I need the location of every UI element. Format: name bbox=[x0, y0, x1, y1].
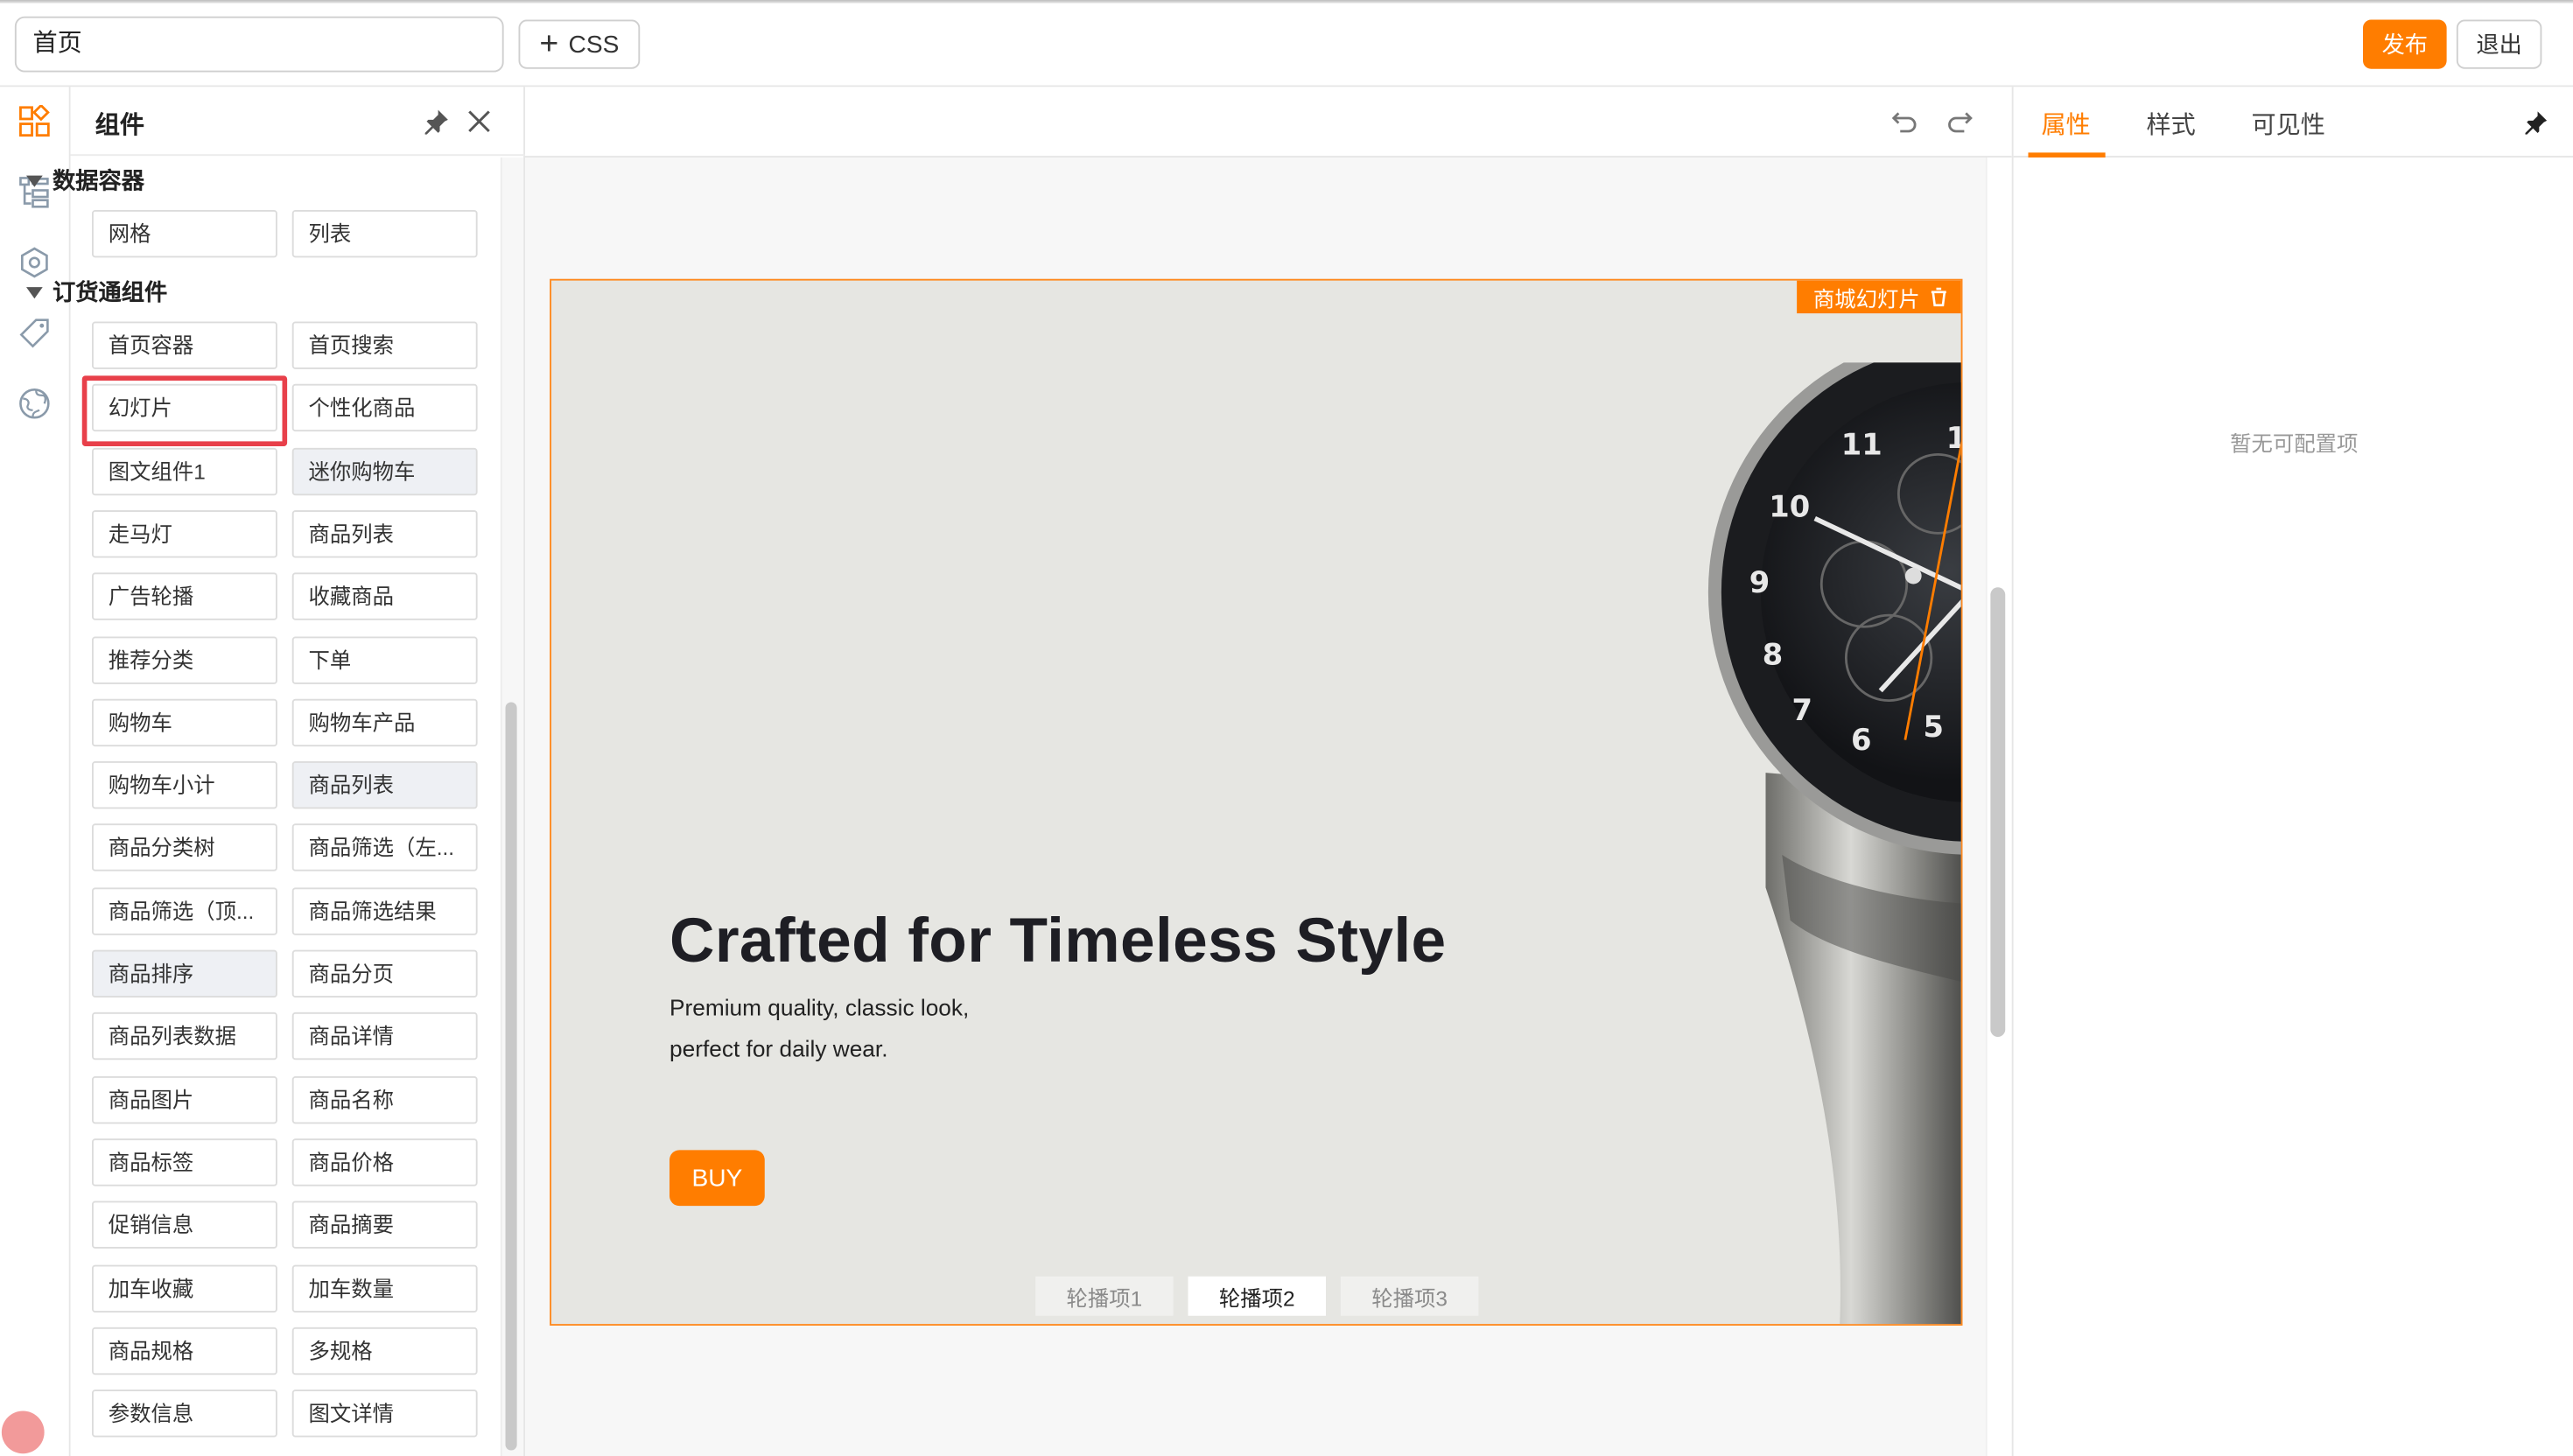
component-item[interactable]: 收藏商品 bbox=[291, 572, 478, 621]
canvas-toolbar bbox=[525, 87, 2012, 158]
component-item[interactable]: 商品筛选（顶... bbox=[92, 886, 277, 935]
component-item[interactable]: 图文组件1 bbox=[92, 447, 277, 495]
tab-properties[interactable]: 属性 bbox=[2042, 107, 2091, 141]
component-item[interactable]: 幻灯片 bbox=[92, 384, 277, 432]
svg-text:10: 10 bbox=[1769, 490, 1810, 524]
redo-icon[interactable] bbox=[1945, 107, 1974, 144]
components-title: 组件 bbox=[95, 111, 145, 140]
component-item[interactable]: 商品分类树 bbox=[92, 823, 277, 872]
carousel-tab[interactable]: 轮播项3 bbox=[1340, 1276, 1479, 1316]
component-item[interactable]: 多规格 bbox=[291, 1326, 478, 1375]
publish-button[interactable]: 发布 bbox=[2363, 19, 2447, 69]
properties-tabs: 属性 样式 可见性 bbox=[2013, 87, 2573, 158]
component-item[interactable]: 商品摘要 bbox=[291, 1200, 478, 1250]
component-item[interactable]: 商品筛选结果 bbox=[291, 886, 478, 935]
svg-text:7: 7 bbox=[1792, 693, 1812, 727]
component-item[interactable]: 网格 bbox=[92, 210, 277, 258]
component-item[interactable]: 商品排序 bbox=[92, 949, 277, 998]
component-item[interactable]: 商品列表 bbox=[291, 761, 478, 809]
section-data-container[interactable]: 数据容器 bbox=[26, 164, 144, 198]
globe-icon[interactable] bbox=[17, 386, 53, 422]
exit-button[interactable]: 退出 bbox=[2456, 19, 2542, 69]
tab-visibility[interactable]: 可见性 bbox=[2252, 107, 2325, 141]
trash-icon[interactable] bbox=[1930, 287, 1948, 307]
component-item[interactable]: 加车收藏 bbox=[92, 1264, 277, 1312]
carousel-tab-active[interactable]: 轮播项2 bbox=[1188, 1276, 1326, 1316]
app-root: 首页 + CSS 发布 退出 组件 数据容器 网格 列表 订货通组件 首页容器 … bbox=[0, 0, 2573, 1456]
component-item[interactable]: 图文详情 bbox=[291, 1390, 478, 1438]
component-item[interactable]: 广告轮播 bbox=[92, 572, 277, 621]
svg-text:9: 9 bbox=[1749, 565, 1770, 599]
empty-config-text: 暂无可配置项 bbox=[2230, 431, 2359, 457]
svg-text:6: 6 bbox=[1851, 723, 1871, 757]
carousel-slide[interactable]: 111098 76512 商城幻灯片 Crafted for Timeless … bbox=[550, 278, 1963, 1326]
pin-icon[interactable] bbox=[2524, 110, 2548, 144]
slide-tag-label: 商城幻灯片 bbox=[1812, 286, 1920, 312]
slide-component-tag[interactable]: 商城幻灯片 bbox=[1797, 280, 1961, 314]
component-item[interactable]: 购物车 bbox=[92, 698, 277, 746]
component-item[interactable]: 商品详情 bbox=[291, 1012, 478, 1060]
carousel-tabs: 轮播项1 轮播项2 轮播项3 bbox=[1035, 1276, 1479, 1316]
component-item[interactable]: 个性化商品 bbox=[291, 384, 478, 432]
tab-styles[interactable]: 样式 bbox=[2147, 107, 2196, 141]
page-name-input[interactable]: 首页 bbox=[14, 16, 504, 73]
collapse-triangle-icon bbox=[26, 174, 43, 186]
svg-text:8: 8 bbox=[1763, 637, 1783, 671]
pin-icon[interactable] bbox=[424, 108, 450, 143]
section-dinghuotong[interactable]: 订货通组件 bbox=[26, 276, 167, 309]
component-item[interactable]: 下单 bbox=[291, 635, 478, 683]
components-icon[interactable] bbox=[17, 103, 53, 139]
slide-title: Crafted for Timeless Style bbox=[670, 906, 1447, 976]
tag-icon[interactable] bbox=[17, 315, 53, 351]
component-item[interactable]: 商品图片 bbox=[92, 1075, 277, 1124]
css-button-label: CSS bbox=[568, 30, 620, 59]
component-item[interactable]: 商品列表数据 bbox=[92, 1012, 277, 1060]
svg-text:11: 11 bbox=[1841, 427, 1882, 461]
components-scroll-thumb[interactable] bbox=[505, 702, 517, 1451]
undo-icon[interactable] bbox=[1890, 107, 1920, 144]
carousel-tab[interactable]: 轮播项1 bbox=[1035, 1276, 1174, 1316]
slide-subtitle-line2: perfect for daily wear. bbox=[670, 1035, 888, 1062]
component-item[interactable]: 首页容器 bbox=[92, 321, 277, 369]
close-icon[interactable] bbox=[466, 108, 493, 143]
components-header: 组件 bbox=[70, 87, 525, 157]
section-title-label: 订货通组件 bbox=[53, 278, 168, 305]
component-item[interactable]: 促销信息 bbox=[92, 1200, 277, 1250]
component-item[interactable]: 商品名称 bbox=[291, 1075, 478, 1124]
component-item[interactable]: 商品价格 bbox=[291, 1138, 478, 1186]
component-item[interactable]: 商品标签 bbox=[92, 1138, 277, 1186]
buy-button[interactable]: BUY bbox=[670, 1150, 765, 1207]
component-item[interactable]: 首页搜索 bbox=[291, 321, 478, 369]
add-css-button[interactable]: + CSS bbox=[518, 19, 641, 69]
plus-icon: + bbox=[539, 26, 559, 63]
slide-subtitle-line1: Premium quality, classic look, bbox=[670, 994, 970, 1021]
component-item[interactable]: 商品筛选（左... bbox=[291, 823, 478, 872]
component-item[interactable]: 走马灯 bbox=[92, 509, 277, 558]
component-item[interactable]: 迷你购物车 bbox=[291, 447, 478, 495]
user-avatar[interactable] bbox=[1, 1410, 45, 1454]
component-item[interactable]: 购物车产品 bbox=[291, 698, 478, 746]
component-item[interactable]: 购物车小计 bbox=[92, 761, 277, 809]
svg-text:5: 5 bbox=[1924, 710, 1944, 744]
section-title-label: 数据容器 bbox=[53, 167, 144, 194]
component-item[interactable]: 列表 bbox=[291, 210, 478, 258]
watch-image: 111098 76512 bbox=[1707, 362, 1961, 1325]
component-item[interactable]: 参数信息 bbox=[92, 1390, 277, 1438]
collapse-triangle-icon bbox=[26, 286, 43, 298]
active-tab-underline bbox=[2028, 152, 2106, 158]
component-item[interactable]: 商品分页 bbox=[291, 949, 478, 998]
top-bar: 首页 + CSS 发布 退出 bbox=[0, 0, 2573, 88]
component-item[interactable]: 推荐分类 bbox=[92, 635, 277, 683]
component-item[interactable]: 商品规格 bbox=[92, 1326, 277, 1375]
component-item[interactable]: 加车数量 bbox=[291, 1264, 478, 1312]
properties-panel: 属性 样式 可见性 暂无可配置项 bbox=[2011, 87, 2573, 1456]
component-item[interactable]: 商品列表 bbox=[291, 509, 478, 558]
canvas-scroll-thumb[interactable] bbox=[1990, 587, 2006, 1037]
